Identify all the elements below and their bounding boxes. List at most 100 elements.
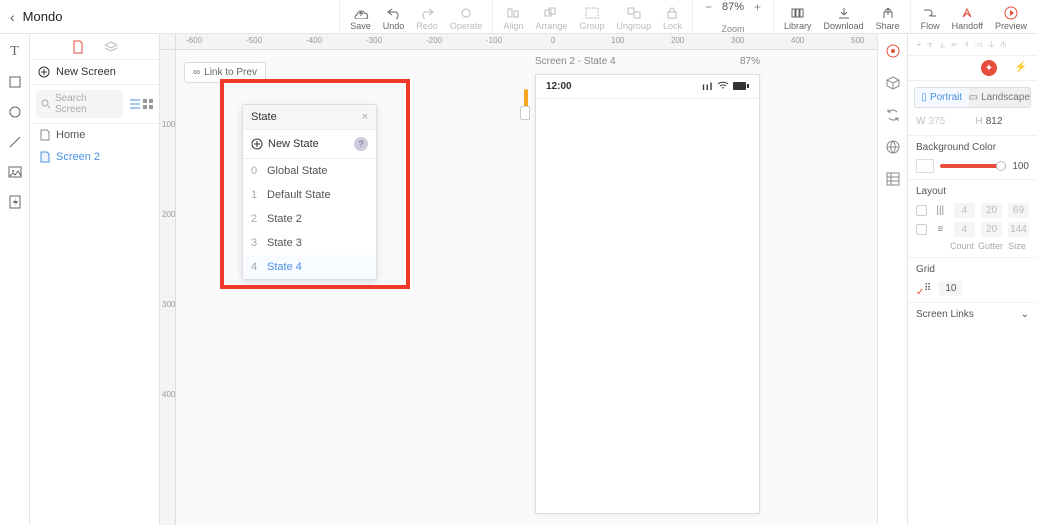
table-icon[interactable] <box>884 170 902 188</box>
redo-icon <box>420 5 434 21</box>
state-row-default[interactable]: 1Default State <box>243 183 376 207</box>
align-top-icon[interactable]: ⫢ <box>951 39 957 50</box>
undo-button[interactable]: Undo <box>383 1 405 31</box>
screen-item-screen2[interactable]: Screen 2 <box>30 146 159 168</box>
rotate-icon[interactable] <box>884 106 902 124</box>
canvas[interactable]: -600 -500 -400 -300 -200 -100 0 100 200 … <box>160 34 877 525</box>
zoom-control: − 87% + Zoom <box>692 0 773 33</box>
operate-button[interactable]: Operate <box>450 1 483 31</box>
pen-tool-icon[interactable] <box>7 134 23 150</box>
distribute-v-icon[interactable]: ⫛ <box>1000 39 1006 50</box>
flow-icon <box>922 5 938 21</box>
help-icon[interactable]: ? <box>354 137 368 151</box>
columns-checkbox[interactable] <box>916 205 927 216</box>
statusbar-indicators: ııl <box>702 81 749 93</box>
download-button[interactable]: Download <box>824 1 864 31</box>
group-button[interactable]: Group <box>579 1 604 31</box>
zoom-out-button[interactable]: − <box>705 0 712 14</box>
layers-tab[interactable] <box>104 41 118 53</box>
back-button[interactable]: ‹ <box>10 9 15 25</box>
columns-icon: ||| <box>933 205 948 216</box>
orientation-portrait[interactable]: ▯Portrait <box>915 88 969 107</box>
columns-gutter[interactable]: 20 <box>981 203 1002 218</box>
top-toolbar: ‹ Mondo Save Undo Redo Operate Align Arr… <box>0 0 1037 34</box>
device-statusbar: 12:00 ııl <box>536 75 759 99</box>
list-view-icon[interactable] <box>129 99 141 109</box>
ungroup-button[interactable]: Ungroup <box>616 1 651 31</box>
library-button[interactable]: Library <box>784 1 812 31</box>
align-left-icon[interactable]: ⫞ <box>916 39 921 50</box>
search-screen-input[interactable]: Search Screen <box>36 90 123 118</box>
state-row-4[interactable]: 4State 4 <box>243 255 376 279</box>
grid-dots-icon: ⠿ <box>924 283 931 294</box>
close-icon[interactable]: × <box>362 111 368 123</box>
handoff-icon <box>960 5 974 21</box>
columns-count[interactable]: 4 <box>954 203 975 218</box>
orientation-landscape[interactable]: ▭Landscape <box>969 88 1030 107</box>
arrange-icon <box>544 5 558 21</box>
artboard[interactable]: 12:00 ııl <box>535 74 760 514</box>
lock-icon <box>666 5 678 21</box>
lightning-tool-icon[interactable] <box>7 194 23 210</box>
zoom-in-button[interactable]: + <box>754 0 761 14</box>
screen-item-home[interactable]: Home <box>30 124 159 146</box>
ruler-corner <box>160 34 176 50</box>
rectangle-tool-icon[interactable] <box>7 74 23 90</box>
download-icon <box>838 5 850 21</box>
ungroup-icon <box>627 5 641 21</box>
grid-size[interactable]: 10 <box>939 281 962 296</box>
document-icon <box>40 129 50 141</box>
align-right-icon[interactable]: ⫠ <box>939 39 945 50</box>
image-tool-icon[interactable] <box>7 164 23 180</box>
new-screen-button[interactable]: New Screen <box>30 60 159 85</box>
rows-size[interactable]: 144 <box>1008 222 1029 237</box>
inspector-tab-main[interactable]: ✦ <box>981 60 997 76</box>
state-row-global[interactable]: 0Global State <box>243 159 376 183</box>
new-state-button[interactable]: New State ? <box>243 130 376 159</box>
right-tool-strip <box>877 34 907 525</box>
align-center-h-icon[interactable]: ⫟ <box>927 39 933 50</box>
vertical-ruler: 100 200 300 400 <box>160 50 176 525</box>
lock-button[interactable]: Lock <box>663 1 682 31</box>
operate-icon <box>459 5 473 21</box>
screens-tab[interactable] <box>72 40 84 54</box>
circle-tool-icon[interactable] <box>7 104 23 120</box>
align-icon <box>506 5 520 21</box>
rows-gutter[interactable]: 20 <box>981 222 1002 237</box>
state-row-3[interactable]: 3State 3 <box>243 231 376 255</box>
rows-count[interactable]: 4 <box>954 222 975 237</box>
bg-opacity-slider[interactable] <box>940 164 1006 168</box>
width-field[interactable]: W375 <box>916 116 970 127</box>
handoff-button[interactable]: Handoff <box>952 1 983 31</box>
bg-swatch[interactable] <box>916 159 934 173</box>
layout-columns-row: ||| 4 20 69 <box>916 203 1029 218</box>
align-button[interactable]: Align <box>503 1 523 31</box>
state-row-2[interactable]: 2State 2 <box>243 207 376 231</box>
distribute-h-icon[interactable]: ⫝ <box>988 39 994 50</box>
battery-icon <box>733 82 749 93</box>
guide-handle[interactable] <box>520 106 530 120</box>
height-field[interactable]: H812 <box>976 116 1030 127</box>
arrange-button[interactable]: Arrange <box>535 1 567 31</box>
globe-icon[interactable] <box>884 138 902 156</box>
inspector-tab-bolt[interactable]: ⚡ <box>1011 60 1031 76</box>
cube-icon[interactable] <box>884 74 902 92</box>
target-icon[interactable] <box>884 42 902 60</box>
share-button[interactable]: Share <box>876 1 900 31</box>
text-tool-icon[interactable]: T <box>7 44 23 60</box>
columns-size[interactable]: 69 <box>1008 203 1029 218</box>
save-button[interactable]: Save <box>350 1 371 31</box>
redo-button[interactable]: Redo <box>416 1 438 31</box>
state-panel: State × New State ? 0Global State 1Defau… <box>242 104 377 280</box>
bg-opacity-value[interactable]: 100 <box>1012 161 1029 172</box>
grid-view-icon[interactable] <box>143 99 153 109</box>
undo-icon <box>387 5 401 21</box>
preview-button[interactable]: Preview <box>995 1 1027 31</box>
flow-button[interactable]: Flow <box>921 1 940 31</box>
screen-links-row[interactable]: Screen Links ⌄ <box>908 303 1037 326</box>
rows-checkbox[interactable] <box>916 224 927 235</box>
zoom-value[interactable]: 87% <box>722 1 744 13</box>
share-icon <box>882 5 894 21</box>
align-middle-icon[interactable]: ⫣ <box>963 39 969 50</box>
align-bottom-icon[interactable]: ⫤ <box>975 39 983 50</box>
